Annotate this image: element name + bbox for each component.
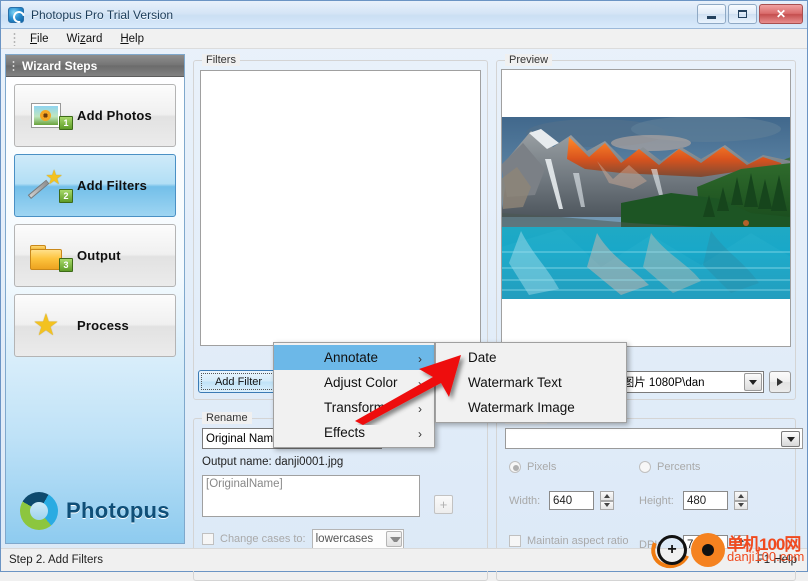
sidebar-item-label: Add Filters [77,178,148,193]
rename-pattern-input[interactable]: [OriginalName] [202,475,420,517]
height-input[interactable]: 480 [683,491,728,510]
step-badge: 1 [59,116,73,130]
sidebar-item-label: Process [77,318,129,333]
app-logo-icon [8,6,24,23]
menu-item-label: Adjust Color [324,375,398,390]
photopus-logo-icon [20,492,58,530]
chevron-right-icon: › [418,402,422,416]
star-icon: ★ [32,308,60,342]
brand-name: Photopus [66,498,170,523]
status-bar: Step 2. Add Filters F1 Help [1,548,807,571]
maximize-button[interactable] [728,4,757,24]
help-hint: F1 Help [756,554,797,566]
percents-radio[interactable] [639,461,651,473]
title-bar: Photopus Pro Trial Version ✕ [1,1,807,29]
unit-percents-radio-row: Percents [639,461,700,473]
wizard-sidebar: Wizard Steps Add Photos 1 ★ Add Filters … [5,54,185,544]
chevron-right-icon: › [418,427,422,441]
chevron-right-icon: › [418,377,422,391]
menu-item-wizard[interactable]: Wizard [59,31,111,47]
sidebar-item-add-filters[interactable]: ★ Add Filters 2 [14,154,176,217]
content-area: Wizard Steps Add Photos 1 ★ Add Filters … [1,50,807,581]
maximize-icon [738,10,747,18]
width-stepper[interactable] [600,491,614,510]
sidebar-item-label: Add Photos [77,108,152,123]
unit-pixels-radio-row: Pixels [509,461,556,473]
status-text: Step 2. Add Filters [9,554,103,566]
change-cases-row: Change cases to: lowercases [202,529,404,549]
change-cases-combo[interactable]: lowercases [311,529,404,549]
filters-legend: Filters [202,54,240,66]
pixels-radio[interactable] [509,461,521,473]
menu-item-help[interactable]: Help [112,31,152,47]
step-badge: 2 [59,189,73,203]
sidebar-item-label: Output [77,248,121,263]
width-label: Width: [509,494,541,507]
menu-item-label: Annotate [324,350,379,365]
chevron-down-icon[interactable] [385,531,402,547]
maintain-aspect-label: Maintain aspect ratio [527,535,629,547]
change-cases-label: Change cases to: [220,533,306,545]
sidebar-header: Wizard Steps [6,55,184,77]
menu-item-effects[interactable]: Effects › [274,420,434,445]
window-controls: ✕ [697,4,803,24]
add-filter-label: Add Filter [214,375,263,388]
menu-item-date[interactable]: Date [436,345,626,370]
next-image-button[interactable] [769,371,791,393]
annotate-submenu[interactable]: Date Watermark Text Watermark Image [435,342,627,423]
menu-item-label: Effects [324,425,366,440]
menu-item-file[interactable]: File [22,31,57,47]
chevron-down-icon[interactable] [744,373,762,391]
menu-item-watermark-image[interactable]: Watermark Image [436,395,626,420]
width-row: Width: 640 [509,491,614,510]
maintain-aspect-checkbox[interactable] [509,535,521,547]
height-stepper[interactable] [734,491,748,510]
rename-mode-value: Original Nam [206,432,274,445]
chevron-down-icon[interactable] [781,431,800,447]
step-badge: 3 [59,258,73,272]
percents-label: Percents [657,461,701,473]
sidebar-item-process[interactable]: ★ Process [14,294,176,357]
resize-preset-combo[interactable] [505,428,803,449]
rename-legend: Rename [202,412,252,424]
menu-item-annotate[interactable]: Annotate › [274,345,434,370]
chevron-right-icon [777,378,783,386]
height-label: Height: [639,494,674,507]
maintain-aspect-row: Maintain aspect ratio [509,535,629,547]
change-cases-checkbox[interactable] [202,533,214,545]
window-title: Photopus Pro Trial Version [31,7,174,22]
minimize-icon [707,15,716,19]
preview-photo-svg [501,117,791,299]
sidebar-item-add-photos[interactable]: Add Photos 1 [14,84,176,147]
preview-legend: Preview [505,54,553,66]
change-cases-value: lowercases [315,533,374,545]
menu-bar: File Wizard Help [1,29,807,49]
sidebar-item-output[interactable]: Output 3 [14,224,176,287]
pixels-label: Pixels [527,461,557,473]
height-row: Height: 480 [639,491,748,510]
menu-item-watermark-text[interactable]: Watermark Text [436,370,626,395]
add-filter-menu[interactable]: Annotate › Adjust Color › Transform › Ef… [273,342,435,448]
menu-item-label: Transform [324,400,386,415]
minimize-button[interactable] [697,4,726,24]
filters-list[interactable] [200,70,481,346]
output-name-label: Output name: danji0001.jpg [202,456,344,468]
preview-image [501,117,791,299]
width-input[interactable]: 640 [549,491,594,510]
menu-item-transform[interactable]: Transform › [274,395,434,420]
close-button[interactable]: ✕ [759,4,803,24]
app-window: Photopus Pro Trial Version ✕ File Wizard… [0,0,808,581]
add-token-button[interactable]: + [434,495,453,514]
brand-logo: Photopus [6,479,184,543]
chevron-right-icon: › [418,352,422,366]
menu-item-adjust-color[interactable]: Adjust Color › [274,370,434,395]
